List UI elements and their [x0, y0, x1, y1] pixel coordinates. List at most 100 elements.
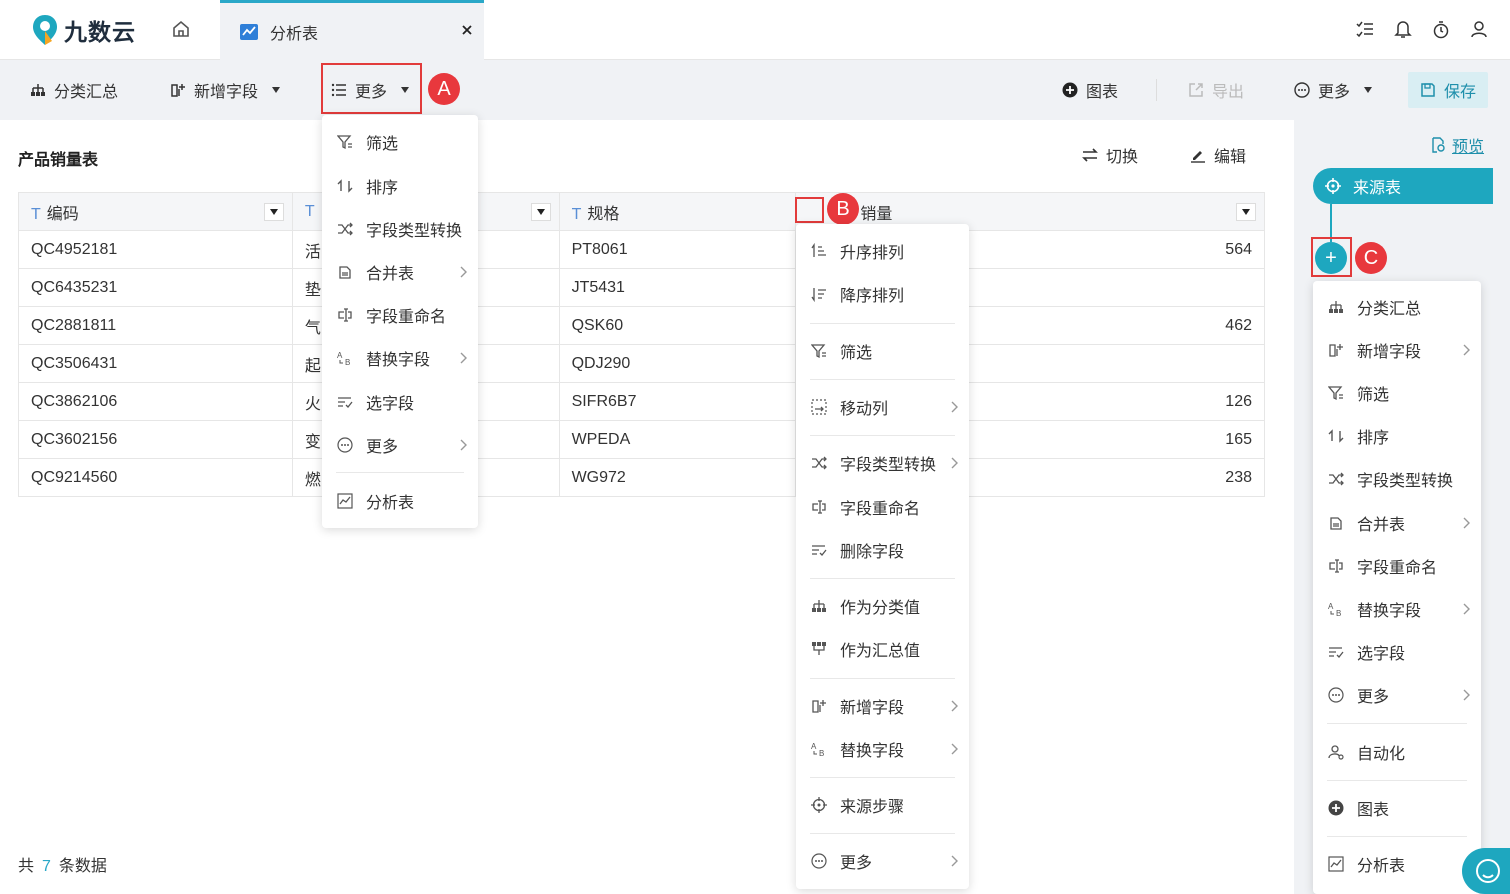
add-step-button[interactable]: +: [1315, 242, 1347, 274]
menu-item-filter[interactable]: 筛选: [796, 334, 969, 368]
menu-item-merge-table[interactable]: 合并表: [1313, 506, 1481, 540]
menu-item-label: 降序排列: [840, 288, 905, 305]
menu-item-as-category[interactable]: 作为分类值: [796, 589, 969, 623]
menu-item-automation[interactable]: 自动化: [1313, 735, 1481, 769]
preview-link[interactable]: 预览: [1430, 133, 1484, 157]
table-row[interactable]: QC3506431 起 QDJ290: [18, 344, 1265, 383]
cell-code[interactable]: QC3602156: [18, 420, 293, 459]
tab-label: 分析表: [270, 25, 319, 43]
menu-item-replace-field[interactable]: A B 替换字段: [1313, 592, 1481, 626]
menu-item-type-convert[interactable]: 字段类型转换: [322, 212, 478, 246]
table-row[interactable]: QC2881811 气 QSK60 462: [18, 306, 1265, 345]
menu-item-sort-desc[interactable]: 降序排列: [796, 277, 969, 311]
menu-item-add-field[interactable]: 新增字段: [796, 689, 969, 723]
menu-item-rename-field[interactable]: 字段重命名: [796, 490, 969, 524]
switch-button[interactable]: 切换: [1082, 140, 1138, 170]
cell-code[interactable]: QC4952181: [18, 230, 293, 269]
preview-icon: [1432, 137, 1445, 153]
menu-item-merge-table[interactable]: 合并表: [322, 255, 478, 289]
source-table-step[interactable]: 来源表: [1313, 168, 1493, 204]
export-button[interactable]: 导出: [1188, 75, 1244, 105]
menu-item-more[interactable]: 更多: [322, 428, 478, 462]
menu-item-sort-asc[interactable]: 升序排列: [796, 234, 969, 268]
cell-code[interactable]: QC2881811: [18, 306, 293, 345]
menu-item-select-field[interactable]: 选字段: [1313, 635, 1481, 669]
home-button[interactable]: [170, 18, 194, 42]
column-dropdown-button[interactable]: [530, 203, 551, 221]
chart-button[interactable]: 图表: [1062, 75, 1118, 105]
menu-item-rename-field[interactable]: 字段重命名: [322, 298, 478, 332]
menu-item-filter[interactable]: 筛选: [1313, 376, 1481, 410]
edit-button[interactable]: 编辑: [1190, 140, 1246, 170]
cell-spec[interactable]: QDJ290: [558, 344, 797, 383]
cell-code[interactable]: QC6435231: [18, 268, 293, 307]
svg-text:A: A: [811, 742, 817, 751]
cell-spec[interactable]: SIFR6B7: [558, 382, 797, 421]
group-summary-button[interactable]: 分类汇总: [30, 75, 118, 105]
more-circle-icon: [336, 436, 354, 454]
column-dropdown-button[interactable]: [1236, 203, 1256, 221]
table-row[interactable]: QC6435231 垫 JT5431: [18, 268, 1265, 307]
cell-spec[interactable]: PT8061: [558, 230, 797, 269]
close-icon: [462, 25, 472, 35]
menu-item-select-field[interactable]: 选字段: [322, 385, 478, 419]
menu-item-label: 更多: [1357, 689, 1390, 706]
menu-item-move-column[interactable]: 移动列: [796, 390, 969, 424]
column-header-spec[interactable]: T 规格: [558, 192, 818, 231]
user-button[interactable]: [1470, 18, 1488, 40]
timer-button[interactable]: [1432, 18, 1450, 40]
menu-item-more[interactable]: 更多: [796, 844, 969, 878]
more-button[interactable]: 更多: [331, 75, 410, 105]
save-button[interactable]: 保存: [1408, 72, 1489, 108]
menu-item-type-convert[interactable]: 字段类型转换: [796, 446, 969, 480]
menu-item-replace-field[interactable]: A B 替换字段: [322, 341, 478, 375]
menu-item-add-field[interactable]: 新增字段: [1313, 333, 1481, 367]
cell-spec[interactable]: WPEDA: [558, 420, 797, 459]
menu-item-filter[interactable]: 筛选: [322, 125, 478, 159]
menu-divider: [810, 379, 955, 380]
more-circle-icon: [1327, 686, 1345, 704]
menu-item-sort[interactable]: 排序: [322, 169, 478, 203]
menu-item-delete-field[interactable]: 删除字段: [796, 533, 969, 567]
menu-item-group-summary[interactable]: 分类汇总: [1313, 290, 1481, 324]
chart-label: 图表: [1086, 84, 1119, 101]
close-tab-button[interactable]: [458, 21, 476, 39]
menu-item-analysis-table[interactable]: 分析表: [1313, 847, 1481, 881]
menu-item-label: 筛选: [366, 136, 399, 153]
notification-button[interactable]: [1394, 18, 1412, 40]
cell-code[interactable]: QC3506431: [18, 344, 293, 383]
column-header-code[interactable]: T 编码: [18, 192, 293, 231]
table-row[interactable]: QC3862106 火 SIFR6B7 126: [18, 382, 1265, 421]
menu-item-type-convert[interactable]: 字段类型转换: [1313, 462, 1481, 496]
cell-spec[interactable]: WG972: [558, 458, 797, 497]
more-right-label: 更多: [1318, 84, 1351, 101]
more-right-button[interactable]: 更多: [1294, 75, 1373, 105]
menu-item-as-summary[interactable]: 作为汇总值: [796, 632, 969, 666]
table-row[interactable]: QC9214560 燃 WG972 238: [18, 458, 1265, 497]
menu-item-replace-field[interactable]: A B 替换字段: [796, 732, 969, 766]
menu-item-chart[interactable]: 图表: [1313, 791, 1481, 825]
table-row[interactable]: QC4952181 活 PT8061 564: [18, 230, 1265, 269]
shuffle-icon: [1327, 470, 1345, 488]
menu-item-rename-field[interactable]: 字段重命名: [1313, 549, 1481, 583]
table-row[interactable]: QC3602156 变 WPEDA 165: [18, 420, 1265, 459]
chat-support-button[interactable]: [1462, 848, 1510, 894]
crosshair-icon: [1325, 178, 1341, 194]
column-dropdown-button[interactable]: [263, 203, 284, 221]
cell-code[interactable]: QC3862106: [18, 382, 293, 421]
chat-icon: [1476, 859, 1500, 883]
menu-item-more[interactable]: 更多: [1313, 678, 1481, 712]
cell-spec[interactable]: JT5431: [558, 268, 797, 307]
task-list-button[interactable]: [1356, 18, 1374, 40]
table-header-row: T 编码 T T 规格 销量: [18, 192, 1265, 231]
record-count-suffix: 条数据: [58, 858, 107, 875]
menu-item-source-step[interactable]: 来源步骤: [796, 788, 969, 822]
cell-code[interactable]: QC9214560: [18, 458, 293, 497]
menu-item-sort[interactable]: 排序: [1313, 419, 1481, 453]
summary-icon: [810, 640, 828, 658]
add-field-button[interactable]: 新增字段: [170, 75, 281, 105]
menu-item-analysis-table[interactable]: 分析表: [322, 484, 478, 518]
tab-analysis-table[interactable]: 分析表: [220, 0, 484, 60]
cell-spec[interactable]: QSK60: [558, 306, 797, 345]
menu-item-label: 字段类型转换: [1357, 473, 1454, 490]
